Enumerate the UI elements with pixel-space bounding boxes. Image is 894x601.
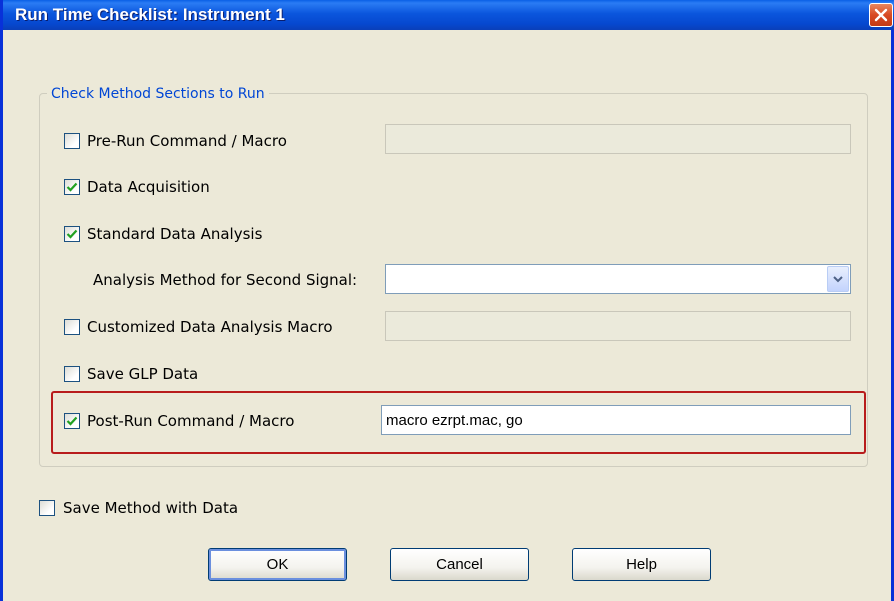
standard-analysis-label[interactable]: Standard Data Analysis xyxy=(87,225,262,243)
second-signal-dropdown[interactable] xyxy=(385,264,851,294)
window-title: Run Time Checklist: Instrument 1 xyxy=(15,5,285,24)
pre-run-command-field[interactable] xyxy=(385,124,851,154)
data-acquisition-checkbox[interactable] xyxy=(64,179,80,195)
pre-run-label[interactable]: Pre-Run Command / Macro xyxy=(87,132,287,150)
cancel-button[interactable]: Cancel xyxy=(390,548,529,581)
post-run-label[interactable]: Post-Run Command / Macro xyxy=(87,412,294,430)
custom-macro-label[interactable]: Customized Data Analysis Macro xyxy=(87,318,333,336)
save-glp-label[interactable]: Save GLP Data xyxy=(87,365,198,383)
dialog-window: Run Time Checklist: Instrument 1 Check M… xyxy=(0,0,894,601)
help-button[interactable]: Help xyxy=(572,548,711,581)
group-legend: Check Method Sections to Run xyxy=(47,86,269,102)
standard-analysis-checkbox[interactable] xyxy=(64,226,80,242)
data-acquisition-label[interactable]: Data Acquisition xyxy=(87,178,210,196)
custom-macro-checkbox[interactable] xyxy=(64,319,80,335)
close-icon xyxy=(874,8,888,22)
pre-run-checkbox[interactable] xyxy=(64,133,80,149)
save-method-label[interactable]: Save Method with Data xyxy=(63,499,238,517)
save-glp-checkbox[interactable] xyxy=(64,366,80,382)
custom-macro-field[interactable] xyxy=(385,311,851,341)
check-mark-icon xyxy=(66,182,78,192)
check-mark-icon xyxy=(66,416,78,426)
chevron-down-icon xyxy=(833,276,843,283)
ok-button[interactable]: OK xyxy=(208,548,347,581)
second-signal-label: Analysis Method for Second Signal: xyxy=(93,271,358,289)
dropdown-button[interactable] xyxy=(827,266,849,292)
title-bar[interactable]: Run Time Checklist: Instrument 1 xyxy=(3,0,894,30)
save-method-checkbox[interactable] xyxy=(39,500,55,516)
close-button[interactable] xyxy=(869,3,893,27)
post-run-checkbox[interactable] xyxy=(64,413,80,429)
check-mark-icon xyxy=(66,229,78,239)
post-run-command-field[interactable]: macro ezrpt.mac, go xyxy=(381,405,851,435)
